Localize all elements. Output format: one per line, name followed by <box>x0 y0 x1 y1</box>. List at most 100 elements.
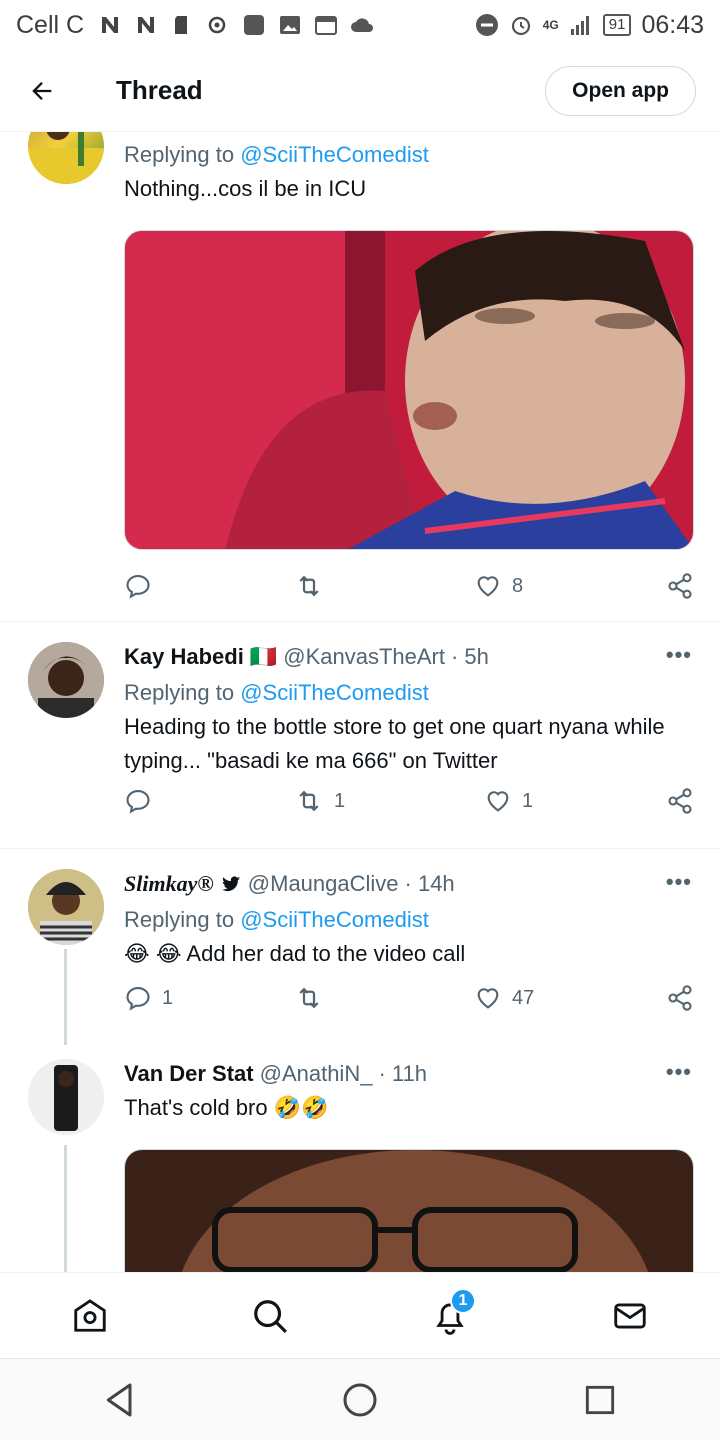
thread-connector <box>64 949 67 1045</box>
share-icon <box>668 788 692 814</box>
avatar[interactable] <box>28 1059 104 1135</box>
system-navigation <box>0 1358 720 1440</box>
avatar[interactable] <box>28 642 104 718</box>
gallery-icon <box>280 16 301 34</box>
share-button[interactable] <box>666 984 694 1012</box>
thread-feed[interactable]: Replying to @SciiTheComedist Nothing...c… <box>0 132 720 1272</box>
avatar[interactable] <box>28 869 104 945</box>
retweet-button[interactable] <box>294 983 474 1013</box>
tweet[interactable]: Slimkay® @MaungaClive · 14h Replying to … <box>0 849 720 1045</box>
tweet-meta: Van Der Stat @AnathiN_ · 11h <box>124 1061 694 1087</box>
tweet[interactable]: Kay Habedi 🇮🇹 @KanvasTheArt · 5h Replyin… <box>0 622 720 848</box>
page-title: Thread <box>116 75 203 105</box>
share-button[interactable] <box>666 572 694 600</box>
carrier-label: Cell C <box>16 10 85 39</box>
tweet-text: That's cold bro 🤣🤣 <box>124 1095 329 1120</box>
battery-indicator: 91 <box>602 14 632 36</box>
retweet-button[interactable]: 1 <box>294 786 484 816</box>
notifications-button[interactable]: 1 <box>420 1286 480 1346</box>
arrow-left-icon <box>32 81 52 100</box>
reply-count: 1 <box>162 986 174 1009</box>
system-back-button[interactable] <box>90 1370 150 1430</box>
bird-icon <box>221 876 240 892</box>
handle[interactable]: @AnathiN_ <box>260 1061 373 1087</box>
like-button[interactable]: 47 <box>474 984 644 1012</box>
handle[interactable]: @MaungaClive <box>248 871 399 897</box>
tweet-actions: 1 47 <box>124 981 694 1015</box>
replying-to: Replying to @SciiTheComedist <box>124 907 429 932</box>
signal-icon <box>570 16 589 35</box>
system-recents-button[interactable] <box>570 1370 630 1430</box>
share-icon <box>668 985 692 1011</box>
replying-to: Replying to @SciiTheComedist <box>124 680 429 705</box>
clock: 06:43 <box>641 10 704 39</box>
heart-icon <box>477 988 499 1009</box>
n-icon <box>138 17 155 33</box>
messages-button[interactable] <box>600 1286 660 1346</box>
mail-icon <box>614 1302 646 1329</box>
tweet-actions: 8 <box>124 569 694 603</box>
share-button[interactable] <box>666 787 694 815</box>
reply-icon <box>126 790 150 814</box>
reply-icon <box>126 987 150 1011</box>
tweet[interactable]: Replying to @SciiTheComedist Nothing...c… <box>0 132 720 622</box>
reply-button[interactable] <box>124 787 294 815</box>
like-button[interactable]: 1 <box>484 787 654 815</box>
handle[interactable]: @KanvasTheArt <box>283 644 445 670</box>
calendar-icon <box>315 16 338 35</box>
mention-link[interactable]: @SciiTheComedist <box>240 142 429 167</box>
retweet-count: 1 <box>334 789 346 812</box>
mention-link[interactable]: @SciiTheComedist <box>240 907 429 932</box>
tweet-image[interactable] <box>124 1149 694 1272</box>
search-button[interactable] <box>240 1286 300 1346</box>
n-icon <box>102 17 119 33</box>
reply-button[interactable] <box>124 572 294 600</box>
heart-icon <box>477 576 499 597</box>
thread-header: Thread Open app <box>0 50 720 132</box>
tweet-text: Nothing...cos il be in ICU <box>124 176 367 201</box>
status-bar: Cell C 4G 91 06:43 <box>0 0 720 50</box>
tweet-image[interactable] <box>124 230 694 550</box>
tweet-text: 😂 😂 Add her dad to the video call <box>124 941 466 966</box>
display-name[interactable]: Slimkay® <box>124 871 214 897</box>
reply-button[interactable]: 1 <box>124 984 294 1012</box>
reply-icon <box>126 575 150 599</box>
tweet-actions: 1 1 <box>124 784 694 818</box>
retweet-button[interactable] <box>294 571 474 601</box>
more-options-icon[interactable]: ••• <box>666 1059 692 1085</box>
back-button[interactable] <box>20 69 64 113</box>
mention-link[interactable]: @SciiTheComedist <box>240 680 429 705</box>
tweet-meta: Kay Habedi 🇮🇹 @KanvasTheArt · 5h <box>124 644 694 670</box>
circle-home-icon <box>343 1383 377 1416</box>
display-name[interactable]: Van Der Stat <box>124 1061 254 1087</box>
notification-badge: 1 <box>450 1287 476 1314</box>
radio-icon <box>208 16 226 34</box>
more-options-icon[interactable]: ••• <box>666 869 692 895</box>
retweet-icon <box>299 575 319 597</box>
search-icon <box>254 1299 287 1333</box>
sd-card-icon <box>175 16 188 34</box>
timestamp[interactable]: · 14h <box>405 871 455 897</box>
display-name[interactable]: Kay Habedi <box>124 644 244 670</box>
share-icon <box>668 573 692 599</box>
cloud-icon <box>351 18 374 32</box>
flag-emoji: 🇮🇹 <box>249 644 278 669</box>
square-recents-icon <box>585 1385 615 1414</box>
like-count: 8 <box>512 574 524 597</box>
avatar[interactable] <box>28 132 104 184</box>
timestamp[interactable]: · 5h <box>451 644 489 670</box>
like-button[interactable]: 8 <box>474 572 644 600</box>
open-app-button[interactable]: Open app <box>545 65 696 116</box>
tweet[interactable]: Van Der Stat @AnathiN_ · 11h That's cold… <box>0 1045 720 1272</box>
retweet-icon <box>299 987 319 1009</box>
home-icon <box>74 1298 106 1332</box>
more-options-icon[interactable]: ••• <box>666 642 692 668</box>
notification-icons <box>98 13 374 37</box>
timestamp[interactable]: · 11h <box>378 1061 427 1087</box>
network-type: 4G <box>542 18 559 32</box>
like-count: 1 <box>522 789 534 812</box>
bottom-navigation: 1 <box>0 1272 720 1358</box>
system-home-button[interactable] <box>330 1370 390 1430</box>
home-button[interactable] <box>60 1286 120 1346</box>
tweet-meta: Slimkay® @MaungaClive · 14h <box>124 871 694 897</box>
